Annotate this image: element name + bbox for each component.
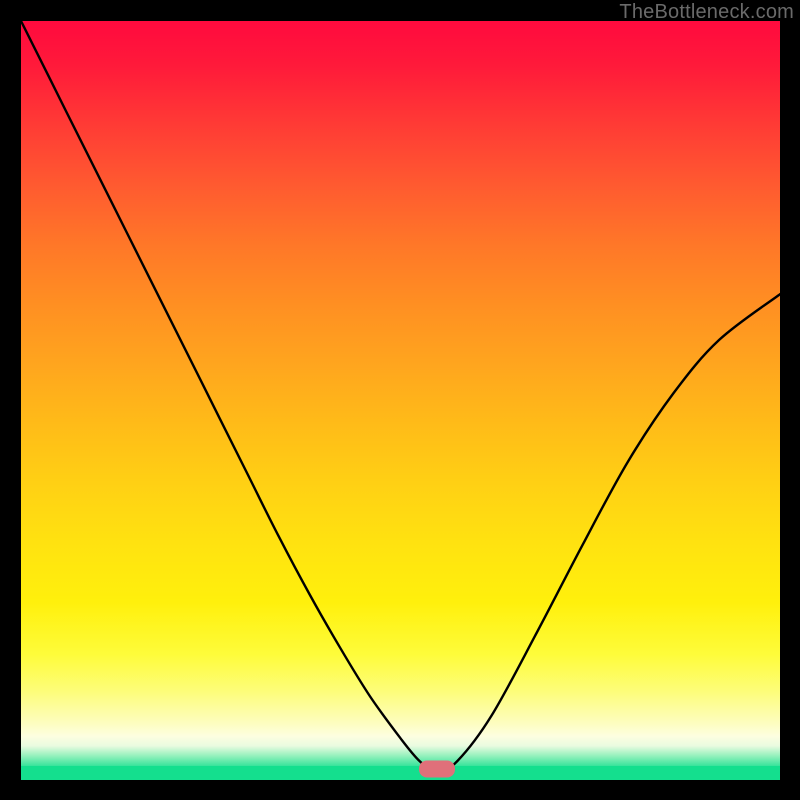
chart-frame: TheBottleneck.com (0, 0, 800, 800)
bottleneck-curve (21, 21, 780, 780)
optimal-marker (419, 760, 455, 777)
watermark-text: TheBottleneck.com (619, 1, 794, 24)
plot-area (21, 21, 780, 780)
